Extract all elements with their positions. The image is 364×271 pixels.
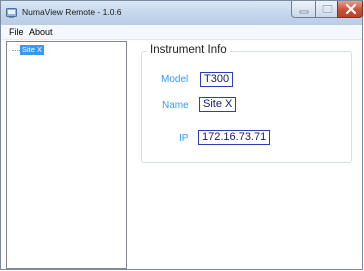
site-tree[interactable]: Site X (6, 41, 127, 269)
menu-file[interactable]: File (9, 27, 24, 37)
maximize-button[interactable] (315, 1, 338, 18)
minimize-button[interactable] (291, 1, 316, 18)
maximize-icon (322, 4, 333, 14)
name-value: Site X (199, 97, 237, 112)
ip-value: 172.16.73.71 (198, 130, 271, 145)
title-bar[interactable]: NumaView Remote - 1.0.6 (1, 1, 363, 25)
menu-bar: File About (1, 25, 362, 40)
name-label: Name (162, 100, 189, 111)
model-value: T300 (200, 72, 234, 87)
close-icon (345, 3, 357, 15)
window-title: NumaView Remote - 1.0.6 (22, 7, 122, 17)
ip-label: IP (179, 133, 189, 144)
instrument-info-title: Instrument Info (147, 44, 230, 56)
minimize-icon (299, 10, 309, 14)
close-button[interactable] (337, 1, 363, 18)
app-icon (6, 8, 17, 18)
model-label: Model (161, 74, 189, 85)
tree-connector-line (12, 50, 20, 51)
tree-node-site-x[interactable]: Site X (20, 45, 45, 55)
menu-about[interactable]: About (29, 27, 53, 37)
app-window: NumaView Remote - 1.0.6 File About Site … (0, 0, 363, 270)
